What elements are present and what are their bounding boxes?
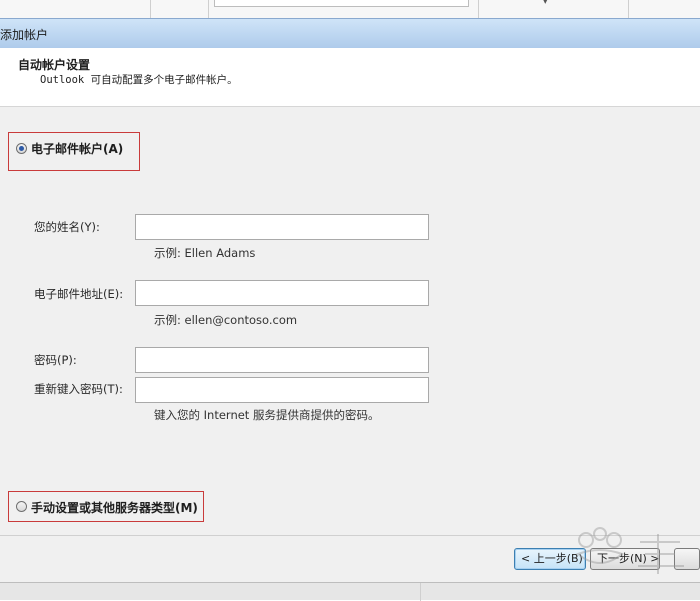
background-field	[214, 0, 469, 7]
dialog-title: 添加帐户	[0, 28, 49, 42]
header-subtitle: Outlook 可自动配置多个电子邮件帐户。	[40, 74, 238, 86]
email-input[interactable]	[135, 280, 429, 306]
email-label: 电子邮件地址(E):	[34, 287, 124, 301]
background-divider	[478, 0, 479, 18]
manual-setup-label[interactable]: 手动设置或其他服务器类型(M)	[31, 499, 198, 516]
dialog-header: 自动帐户设置 Outlook 可自动配置多个电子邮件帐户。	[0, 48, 700, 107]
background-divider	[628, 0, 629, 18]
name-label: 您的姓名(Y):	[34, 220, 100, 234]
manual-setup-radio[interactable]	[16, 501, 27, 512]
bottom-strip	[0, 582, 700, 601]
background-divider	[150, 0, 151, 18]
header-title: 自动帐户设置	[18, 58, 91, 72]
retype-password-input[interactable]	[135, 377, 429, 403]
password-hint: 键入您的 Internet 服务提供商提供的密码。	[154, 408, 380, 422]
background-divider	[208, 0, 209, 18]
watermark-logo-icon	[576, 527, 684, 574]
background-window-strip: ▾	[0, 0, 700, 18]
dialog-content: 电子邮件帐户(A) 您的姓名(Y): 示例: Ellen Adams 电子邮件地…	[0, 107, 700, 535]
name-input[interactable]	[135, 214, 429, 240]
email-hint: 示例: ellen@contoso.com	[154, 313, 298, 327]
name-hint: 示例: Ellen Adams	[154, 246, 256, 260]
background-divider	[420, 583, 421, 601]
chevron-down-icon: ▾	[543, 0, 548, 7]
password-input[interactable]	[135, 347, 429, 373]
email-account-radio[interactable]	[16, 143, 27, 154]
password-label: 密码(P):	[34, 353, 77, 367]
email-account-label[interactable]: 电子邮件帐户(A)	[31, 140, 123, 157]
dialog-titlebar: 添加帐户	[0, 18, 700, 48]
retype-password-label: 重新键入密码(T):	[34, 382, 123, 396]
